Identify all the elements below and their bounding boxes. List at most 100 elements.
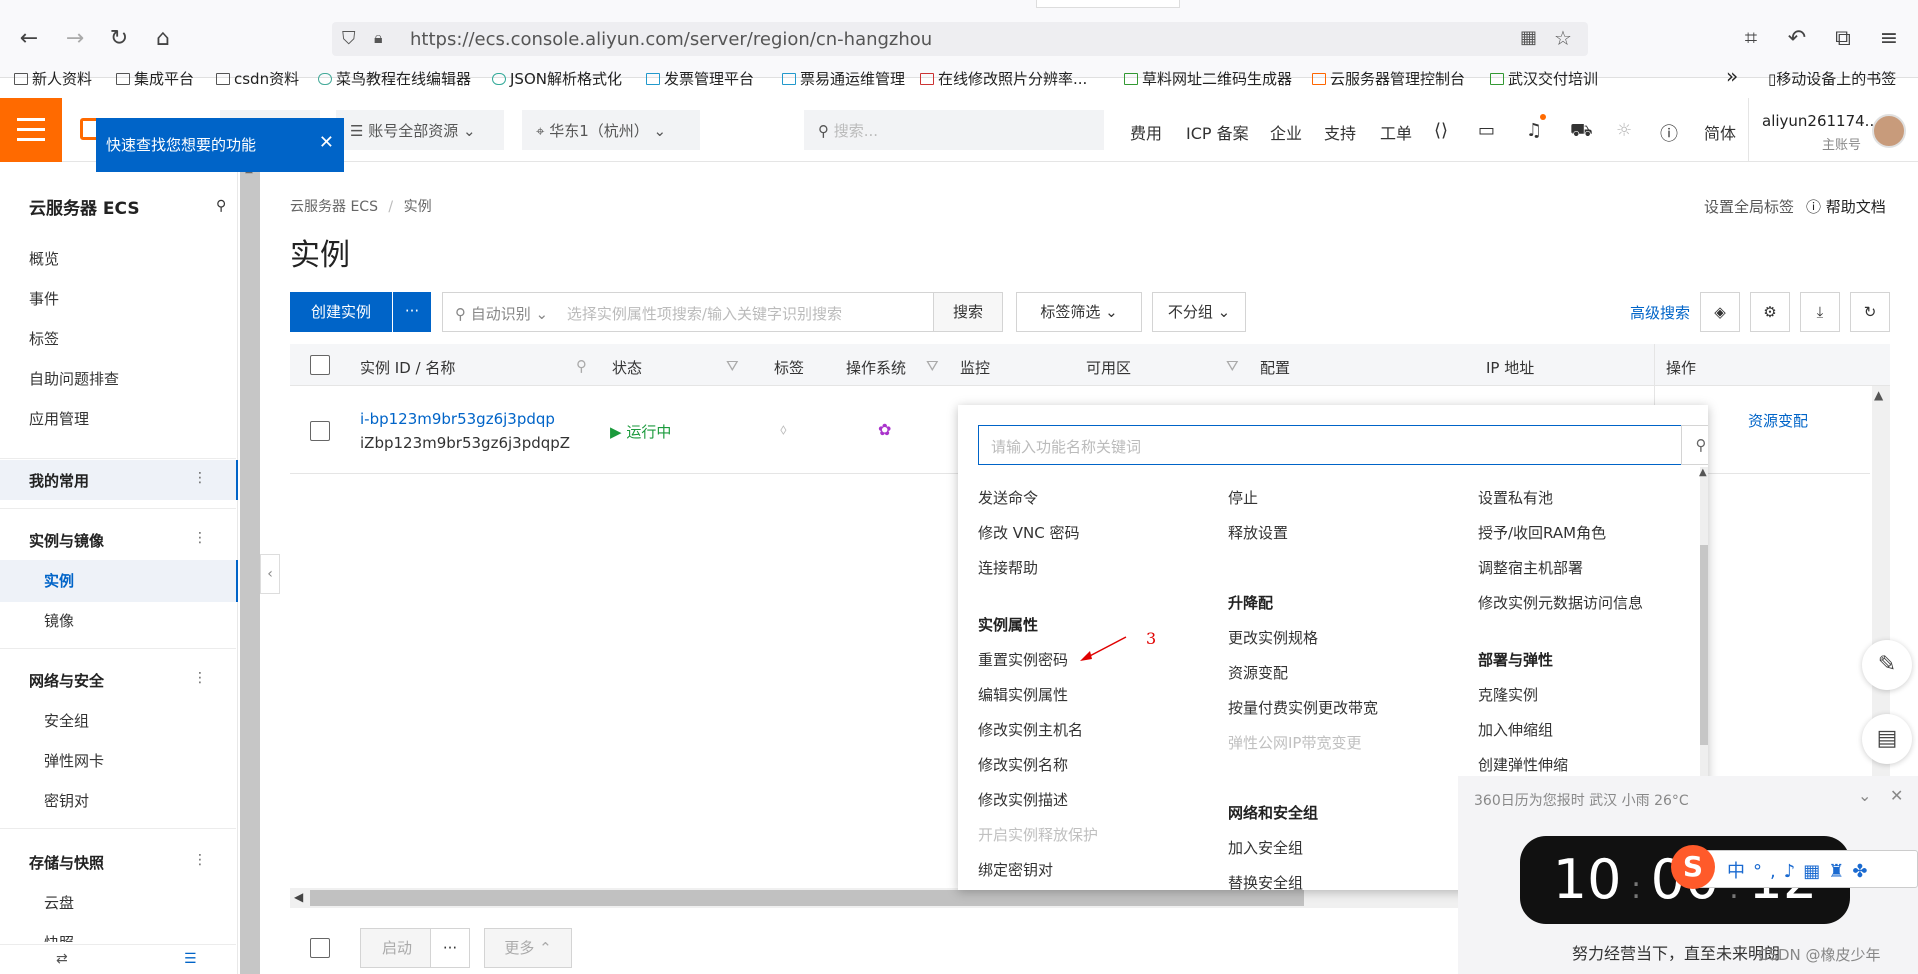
tag-icon[interactable]: ⬨	[780, 420, 787, 438]
advanced-search-link[interactable]: 高级搜索	[1630, 302, 1690, 323]
sidebar-item-images[interactable]: 镜像	[44, 610, 74, 631]
scroll-left-icon[interactable]: ◀	[294, 890, 303, 904]
link-support[interactable]: 支持	[1324, 120, 1356, 144]
hamburger-menu-button[interactable]	[0, 98, 62, 162]
chat-icon[interactable]: ▤	[1862, 714, 1912, 764]
collapse-icon[interactable]: ⌄	[1858, 786, 1871, 805]
sidebar-item-snapshots[interactable]: 快照	[44, 932, 74, 942]
more-vertical-icon[interactable]: ⋮	[193, 852, 207, 868]
link-icp[interactable]: ICP 备案	[1186, 120, 1249, 144]
ime-toolbar[interactable]: S 中°,♪▦♜✤	[1671, 845, 1918, 889]
edit-icon[interactable]: ✎	[1862, 640, 1912, 690]
keyboard-icon[interactable]: ▦	[1803, 861, 1828, 882]
more-button[interactable]: 更多 ⌃	[484, 928, 572, 968]
action-search-input[interactable]: 请输入功能名称关键词 ⚲	[978, 425, 1708, 465]
link-enterprise[interactable]: 企业	[1270, 120, 1302, 144]
swap-icon[interactable]: ⇄	[56, 951, 68, 967]
undo-icon[interactable]: ↶	[1780, 22, 1814, 56]
filter-icon[interactable]: ⛛	[726, 357, 739, 375]
bookmark-item[interactable]: 新人资料	[14, 68, 92, 89]
breadcrumb-item[interactable]: 云服务器 ECS	[290, 199, 378, 215]
crop-icon[interactable]: ⌗	[1734, 22, 1768, 56]
bookmark-item[interactable]: 菜鸟教程在线编辑器	[318, 68, 471, 89]
help-doc-link[interactable]: ⓘ 帮助文档	[1806, 196, 1886, 217]
search-mode-select[interactable]: 自动识别	[471, 305, 531, 323]
sidebar-item-events[interactable]: 事件	[29, 288, 59, 309]
bookmark-item[interactable]: 在线修改照片分辨率...	[920, 68, 1087, 89]
search-icon[interactable]: ⚲	[1681, 425, 1708, 465]
popover-action-item[interactable]: 停止	[1228, 487, 1258, 508]
account-scope-select[interactable]: ☰ 账号全部资源 ⌄	[336, 110, 504, 150]
bell-icon[interactable]: ♫	[1526, 120, 1542, 141]
list-icon[interactable]: ☰	[184, 951, 197, 967]
popover-action-item[interactable]: 发送命令	[978, 487, 1038, 508]
avatar[interactable]	[1872, 114, 1906, 148]
terminal-icon[interactable]: ▭	[1478, 120, 1495, 141]
scroll-up-icon[interactable]: ▲	[1699, 467, 1707, 478]
layers-icon[interactable]: ◈	[1700, 292, 1740, 332]
popover-action-item[interactable]: 授予/收回RAM角色	[1478, 522, 1606, 543]
app-menu-icon[interactable]: ≡	[1872, 22, 1906, 56]
qr-icon[interactable]: ▦	[1520, 27, 1537, 48]
refresh-icon[interactable]: ↻	[1850, 292, 1890, 332]
popover-action-item[interactable]: 修改实例元数据访问信息	[1478, 592, 1643, 613]
more-vertical-icon[interactable]: ⋮	[193, 670, 207, 686]
language-switch[interactable]: 简体	[1704, 120, 1736, 144]
mobile-bookmarks[interactable]: ▯移动设备上的书签	[1768, 68, 1896, 89]
scroll-up-icon[interactable]: ▲	[1874, 388, 1883, 402]
create-instance-button[interactable]: 创建实例	[290, 292, 392, 332]
sidebar-item-keypairs[interactable]: 密钥对	[44, 790, 89, 811]
search-icon[interactable]: ⚲	[216, 198, 226, 214]
username[interactable]: aliyun261174...	[1762, 112, 1879, 130]
resource-change-link[interactable]: 资源变配	[1748, 410, 1808, 431]
bookmark-item[interactable]: 集成平台	[116, 68, 194, 89]
sidebar-scrollbar[interactable]	[240, 162, 260, 974]
close-icon[interactable]: ✕	[1890, 786, 1903, 805]
bookmark-item[interactable]: 草料网址二维码生成器	[1124, 68, 1292, 89]
filter-icon[interactable]: ⛛	[926, 357, 939, 375]
popover-action-item[interactable]: 绑定密钥对	[978, 859, 1053, 880]
bookmark-item[interactable]: 武汉交付培训	[1490, 68, 1598, 89]
address-bar[interactable]: ⛉ 🔒︎ https://ecs.console.aliyun.com/serv…	[332, 22, 1588, 56]
punctuation-icon[interactable]: °,	[1753, 861, 1784, 882]
code-icon[interactable]: ⟨⟩	[1434, 120, 1448, 141]
cart-icon[interactable]: ⛟	[1570, 120, 1593, 144]
filter-icon[interactable]: ⛛	[1226, 357, 1239, 375]
mic-icon[interactable]: ♪	[1784, 861, 1804, 882]
sogou-logo-icon[interactable]: S	[1671, 845, 1715, 889]
skin-icon[interactable]: ♜	[1828, 861, 1852, 882]
popover-action-item[interactable]: 按量付费实例更改带宽	[1228, 697, 1378, 718]
sidebar-item-eni[interactable]: 弹性网卡	[44, 750, 104, 771]
sidebar-item-disks[interactable]: 云盘	[44, 892, 74, 913]
bookmark-overflow-icon[interactable]: »	[1726, 64, 1738, 88]
help-icon[interactable]: ⓘ	[1660, 120, 1678, 146]
bookmark-item[interactable]: 云服务器管理控制台	[1312, 68, 1465, 89]
sidebar-item-security-groups[interactable]: 安全组	[44, 710, 89, 731]
link-ticket[interactable]: 工单	[1380, 120, 1412, 144]
more-vertical-icon[interactable]: ⋮	[193, 530, 207, 546]
start-button[interactable]: 启动	[360, 928, 434, 968]
bookmark-item[interactable]: JSON解析格式化	[492, 68, 622, 89]
settings-icon[interactable]: ⚙	[1750, 292, 1790, 332]
more-vertical-icon[interactable]: ⋮	[193, 470, 207, 486]
popover-action-item[interactable]: 编辑实例属性	[978, 684, 1068, 705]
bookmark-item[interactable]: 发票管理平台	[646, 68, 754, 89]
popover-action-item[interactable]: 加入伸缩组	[1478, 719, 1553, 740]
home-icon[interactable]: ⌂	[146, 22, 180, 56]
popover-action-item[interactable]: 调整宿主机部署	[1478, 557, 1583, 578]
sidebar-item-troubleshoot[interactable]: 自助问题排查	[29, 368, 119, 389]
popover-action-item[interactable]: 修改实例名称	[978, 754, 1068, 775]
toolbox-icon[interactable]: ✤	[1852, 861, 1875, 882]
bookmark-item[interactable]: csdn资料	[216, 68, 299, 89]
instance-id-link[interactable]: i-bp123m9br53gz6j3pdqp	[360, 410, 555, 428]
sidebar-item-app-management[interactable]: 应用管理	[29, 408, 89, 429]
popover-action-item[interactable]: 修改实例描述	[978, 789, 1068, 810]
global-search-input[interactable]: ⚲ 搜索...	[804, 110, 1104, 150]
popover-action-item[interactable]: 连接帮助	[978, 557, 1038, 578]
popover-action-item[interactable]: 更改实例规格	[1228, 627, 1318, 648]
bottom-select-all-checkbox[interactable]	[310, 938, 330, 958]
sidebar-item-tags[interactable]: 标签	[29, 328, 59, 349]
popover-action-item[interactable]: 重置实例密码	[978, 649, 1068, 670]
back-icon[interactable]: ←	[12, 22, 46, 56]
create-more-button[interactable]: ···	[393, 292, 431, 332]
